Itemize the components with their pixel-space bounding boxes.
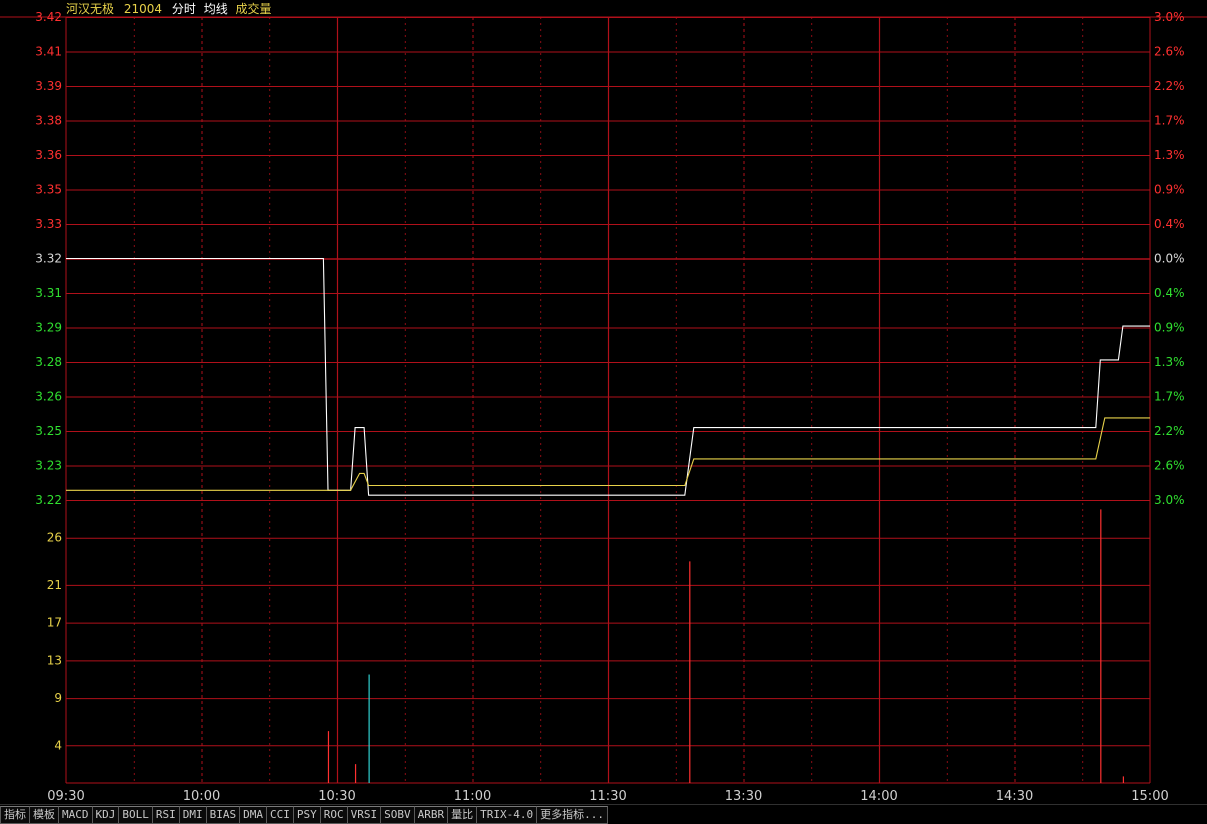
volume-tick-label: 4	[54, 738, 62, 752]
pct-tick-label: 2.6%	[1154, 45, 1185, 59]
pct-tick-label: 1.7%	[1154, 114, 1185, 128]
pct-tick-label: 2.2%	[1154, 424, 1185, 438]
time-tick-label: 10:30	[318, 789, 355, 804]
price-tick-label: 3.33	[35, 217, 62, 231]
indicator-tab[interactable]: ARBR	[413, 806, 449, 824]
price-tick-label: 3.22	[35, 493, 62, 507]
stock-code: 21004	[123, 2, 163, 16]
price-tick-label: 3.28	[35, 355, 62, 369]
volume-tick-label: 26	[47, 531, 62, 545]
pct-tick-label: 0.9%	[1154, 321, 1185, 335]
price-tick-label: 3.35	[35, 183, 62, 197]
time-tick-label: 11:00	[454, 789, 491, 804]
price-tick-label: 3.41	[35, 45, 62, 59]
indicator-tab[interactable]: ROC	[319, 806, 348, 824]
time-tick-label: 09:30	[47, 789, 84, 804]
indicator-tab[interactable]: 模板	[29, 806, 59, 824]
pct-tick-label: 0.4%	[1154, 286, 1185, 300]
time-tick-label: 10:00	[183, 789, 220, 804]
price-tick-label: 3.31	[35, 286, 62, 300]
indicator-tab[interactable]: DMA	[239, 806, 267, 824]
price-tick-label: 3.38	[35, 114, 62, 128]
time-tick-label: 15:00	[1131, 789, 1168, 804]
indicator-tab[interactable]: 指标	[0, 806, 30, 824]
pct-tick-label: 3.0%	[1154, 493, 1185, 507]
indicator-tab[interactable]: DMI	[178, 806, 207, 824]
indicator-tab[interactable]: TRIX-4.0	[476, 806, 538, 824]
pct-tick-label: 2.2%	[1154, 79, 1185, 93]
price-tick-label: 3.42	[35, 10, 62, 24]
stock-name: 河汉无极	[66, 2, 115, 16]
indicator-tab[interactable]: 更多指标...	[536, 806, 608, 824]
price-tick-label: 3.29	[35, 321, 62, 335]
intraday-chart[interactable]: 3.42 3.0% 3.41 2.6% 3.39 2.2% 3.38 1.7% 3.36 1.3%…	[0, 0, 1207, 804]
time-tick-label: 14:00	[860, 789, 897, 804]
volume-tick-label: 9	[54, 691, 62, 705]
indicator-tab[interactable]: CCI	[266, 806, 294, 824]
price-tick-label: 3.39	[35, 79, 62, 93]
pct-tick-label: 0.4%	[1154, 217, 1185, 231]
chart-header: 河汉无极 21004 分时 均线 成交量	[66, 2, 278, 16]
price-tick-label: 3.36	[35, 148, 62, 162]
avg-line-label: 均线	[203, 2, 228, 16]
pct-tick-label: 2.6%	[1154, 459, 1185, 473]
time-tick-label: 14:30	[996, 789, 1033, 804]
price-tick-label: 3.23	[35, 459, 62, 473]
pct-tick-label: 0.9%	[1154, 183, 1185, 197]
volume-label: 成交量	[235, 2, 272, 16]
pct-tick-label: 1.3%	[1154, 355, 1185, 369]
indicator-tab-bar: 指标 模板 MACD KDJ BOLL RSI DMI BIAS DMA CCI PSY ROC VRS…	[0, 804, 1207, 824]
mode-label: 分时	[171, 2, 196, 16]
price-tick-label: 3.25	[35, 424, 62, 438]
indicator-tab[interactable]: 量比	[447, 806, 478, 824]
indicator-tab[interactable]: VRSI	[346, 806, 382, 824]
indicator-tab[interactable]: KDJ	[91, 806, 120, 824]
volume-tick-label: 21	[47, 578, 62, 592]
indicator-tab[interactable]: BIAS	[205, 806, 241, 824]
pct-tick-label: 1.3%	[1154, 148, 1185, 162]
indicator-tab[interactable]: RSI	[151, 806, 180, 824]
pct-tick-label: 1.7%	[1154, 390, 1185, 404]
indicator-tab[interactable]: MACD	[58, 806, 93, 824]
time-tick-label: 13:30	[725, 789, 762, 804]
volume-tick-label: 17	[47, 616, 62, 630]
price-tick-label: 3.26	[35, 390, 62, 404]
indicator-tab[interactable]: PSY	[292, 806, 321, 824]
indicator-tab[interactable]: SOBV	[380, 806, 415, 824]
time-tick-label: 11:30	[589, 789, 626, 804]
pct-tick-label: 0.0%	[1154, 252, 1185, 266]
pct-tick-label: 3.0%	[1154, 10, 1185, 24]
volume-tick-label: 13	[47, 653, 62, 667]
indicator-tab[interactable]: BOLL	[118, 806, 153, 824]
price-tick-label: 3.32	[35, 252, 62, 266]
